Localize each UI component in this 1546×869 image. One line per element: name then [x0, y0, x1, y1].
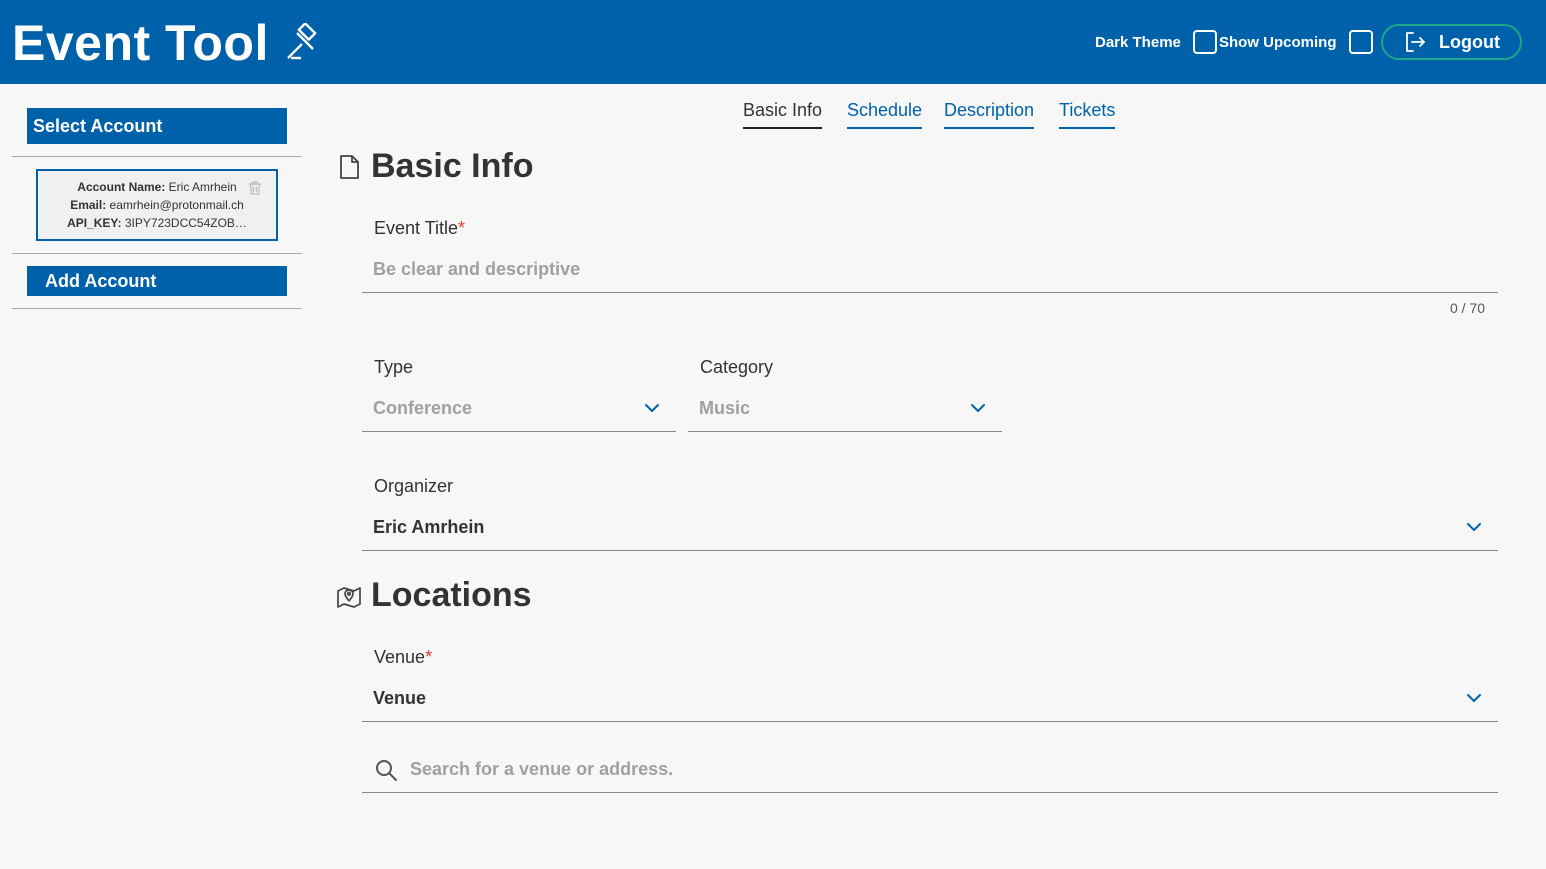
dark-theme-label: Dark Theme	[1095, 33, 1181, 51]
logout-button[interactable]: Logout	[1381, 24, 1522, 60]
show-upcoming-label: Show Upcoming	[1219, 33, 1337, 51]
category-underline	[688, 431, 1002, 432]
tab-basic-info[interactable]: Basic Info	[743, 100, 823, 129]
type-select[interactable]: Conference	[373, 398, 472, 419]
account-api-key-row: API_KEY: 3IPY723DCC54ZOB…	[38, 214, 276, 232]
event-title-label-text: Event Title	[374, 218, 459, 238]
type-label: Type	[374, 357, 414, 377]
tab-description[interactable]: Description	[944, 100, 1035, 129]
venue-label: Venue*	[374, 647, 432, 668]
account-api-key-value: 3IPY723DCC54ZOB…	[124, 216, 247, 230]
dark-theme-checkbox[interactable]	[1192, 30, 1217, 54]
venue-select[interactable]: Venue	[373, 688, 426, 709]
organizer-underline	[362, 550, 1498, 551]
sidebar-divider	[12, 156, 302, 157]
app-title: Event Tool	[12, 15, 269, 71]
select-account-label: Select Account	[33, 115, 163, 136]
account-card[interactable]: Account Name: Eric Amrhein Email: eamrhe…	[36, 169, 278, 241]
event-title-label: Event Title*	[374, 218, 465, 239]
document-icon	[340, 155, 359, 179]
chevron-down-icon[interactable]	[644, 400, 660, 416]
venue-underline	[362, 721, 1498, 722]
chevron-down-icon[interactable]	[1466, 690, 1482, 706]
app-header: Event Tool Dark Theme Show Upcoming Logo…	[0, 0, 1546, 84]
sidebar-divider	[12, 253, 302, 254]
category-label: Category	[700, 357, 774, 377]
account-name-label: Account Name:	[77, 180, 166, 194]
logout-label: Logout	[1439, 31, 1500, 52]
event-title-counter: 0 / 70	[1450, 300, 1486, 316]
trash-icon[interactable]	[248, 181, 262, 195]
logout-icon	[1406, 32, 1425, 52]
account-email-label: Email:	[70, 198, 107, 212]
brand: Event Tool	[12, 14, 323, 72]
locations-title: Locations	[371, 576, 532, 614]
gavel-icon	[287, 23, 317, 60]
organizer-select[interactable]: Eric Amrhein	[373, 517, 484, 538]
basic-info-title: Basic Info	[371, 147, 534, 185]
venue-label-text: Venue	[374, 647, 426, 667]
account-email-value: eamrhein@protonmail.ch	[109, 198, 244, 212]
add-account-button[interactable]: Add Account	[27, 266, 287, 296]
select-account-button[interactable]: Select Account	[27, 108, 287, 144]
account-email-row: Email: eamrhein@protonmail.ch	[38, 196, 276, 214]
dark-theme-toggle[interactable]: Dark Theme	[1095, 30, 1217, 54]
tab-schedule[interactable]: Schedule	[847, 100, 923, 129]
chevron-down-icon[interactable]	[970, 400, 986, 416]
venue-search-input[interactable]: Search for a venue or address.	[410, 759, 673, 780]
event-title-underline	[362, 292, 1498, 293]
event-title-input[interactable]: Be clear and descriptive	[373, 259, 580, 280]
add-account-label: Add Account	[45, 270, 157, 291]
map-pin-icon	[337, 587, 361, 608]
required-mark: *	[458, 218, 466, 238]
organizer-label: Organizer	[374, 476, 454, 496]
required-mark: *	[425, 647, 433, 667]
account-name-row: Account Name: Eric Amrhein	[38, 178, 276, 196]
sidebar-divider	[12, 308, 302, 309]
tab-tickets[interactable]: Tickets	[1059, 100, 1116, 129]
category-select[interactable]: Music	[699, 398, 750, 419]
venue-search-underline	[362, 792, 1498, 793]
search-icon	[376, 760, 397, 781]
chevron-down-icon[interactable]	[1466, 519, 1482, 535]
show-upcoming-toggle[interactable]: Show Upcoming	[1219, 30, 1373, 54]
type-underline	[362, 431, 676, 432]
account-api-key-label: API_KEY:	[67, 216, 122, 230]
show-upcoming-checkbox[interactable]	[1348, 30, 1373, 54]
account-name-value: Eric Amrhein	[168, 180, 237, 194]
